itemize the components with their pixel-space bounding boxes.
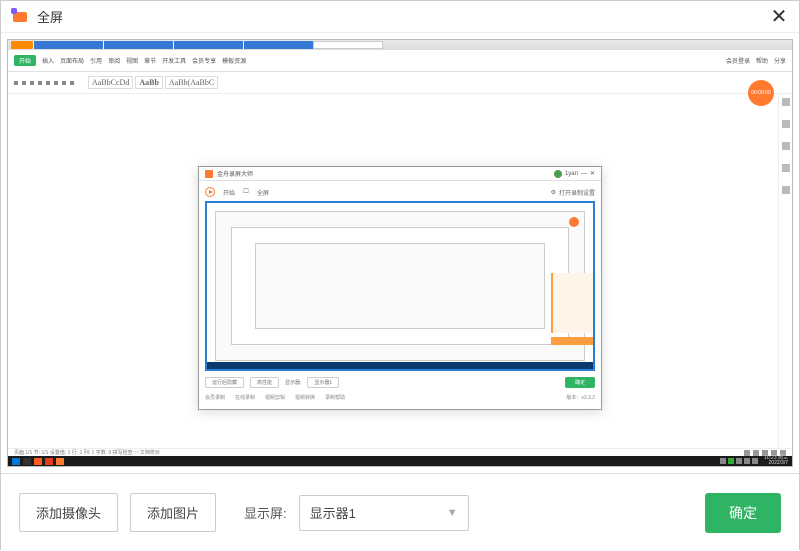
display-select[interactable]: 显示器1 ▼ — [299, 495, 469, 531]
app-icon — [11, 8, 29, 26]
display-label: 显示屏: — [244, 503, 287, 522]
search-icon[interactable] — [23, 458, 31, 465]
taskbar-app-icon[interactable] — [45, 458, 53, 465]
bottom-toolbar: 添加摄像头 添加图片 显示屏: 显示器1 ▼ 确定 — [1, 473, 799, 551]
close-icon[interactable]: ✕ — [590, 170, 595, 177]
nested-fullscreen-label: 全屏 — [257, 188, 269, 197]
start-menu-icon[interactable] — [12, 458, 20, 465]
settings-icon[interactable]: ⚙ — [551, 189, 556, 196]
ribbon-toolbar: AaBbCcDd AaBb AaBb(AaBbC — [8, 72, 792, 94]
doc-tabstrip — [8, 40, 792, 50]
nested-settings-label[interactable]: 打开录制设置 — [559, 188, 595, 197]
minimize-icon[interactable]: — — [581, 171, 587, 177]
nested-footer: 会员录制 在线录制 视频剪辑 视频转换 录制帮助 版本：v3.3.2 — [205, 394, 595, 401]
add-camera-button[interactable]: 添加摄像头 — [19, 493, 118, 532]
titlebar: 全屏 ✕ — [1, 1, 799, 33]
display-value: 显示器1 — [310, 503, 356, 522]
record-timer-badge: 00:00:00 — [748, 80, 774, 106]
confirm-button[interactable]: 确定 — [705, 493, 781, 533]
taskbar-clock: 10:23 周三 2022/3/7 — [764, 456, 788, 466]
nested-user: 1yan — [565, 171, 578, 177]
close-icon[interactable]: ✕ — [769, 4, 789, 29]
record-timer-badge — [569, 217, 579, 227]
nested-display-select[interactable]: 显示器1 — [307, 377, 339, 388]
doc-statusbar: 页面 1/1 节: 1/1 设置值: 1 行: 1 列: 1 字数: 0 拼写检… — [8, 448, 792, 456]
nested-confirm-button[interactable]: 确定 — [565, 377, 595, 388]
taskbar-app-icon[interactable] — [34, 458, 42, 465]
add-image-button[interactable]: 添加图片 — [130, 493, 216, 532]
ribbon-start[interactable]: 开始 — [14, 55, 36, 66]
nested-ctrl-2[interactable]: 高性能 — [250, 377, 279, 388]
nested-preview-frame — [205, 201, 595, 371]
chevron-down-icon: ▼ — [447, 507, 458, 519]
nested-recorder-window: 金舟录屏大师 1yan — ✕ 开始 🖵 全屏 ⚙ 打开录制设置 — [198, 166, 602, 410]
nested-start-label: 开始 — [223, 188, 235, 197]
ribbon-tabs: 开始 插入页面布局引用 审阅视图章节 开发工具会员专享模板资源 会员登录帮助分享 — [8, 50, 792, 72]
screen-preview: 开始 插入页面布局引用 审阅视图章节 开发工具会员专享模板资源 会员登录帮助分享… — [1, 33, 799, 473]
nested-title: 金舟录屏大师 — [217, 169, 253, 178]
system-tray: 10:23 周三 2022/3/7 — [720, 456, 788, 466]
nested-app-icon — [205, 170, 213, 178]
doc-side-panel — [778, 94, 792, 448]
nested-ctrl-1[interactable]: 运行后隐藏 — [205, 377, 244, 388]
window-title: 全屏 — [37, 7, 769, 26]
nested-controls: 运行后隐藏 高性能 显示器: 显示器1 确定 — [205, 377, 595, 388]
os-taskbar: 10:23 周三 2022/3/7 — [8, 456, 792, 466]
avatar-icon — [554, 170, 562, 178]
taskbar-app-icon[interactable] — [56, 458, 64, 465]
play-icon[interactable] — [205, 187, 215, 197]
nested-titlebar: 金舟录屏大师 1yan — ✕ — [199, 167, 601, 181]
monitor-icon: 🖵 — [243, 189, 249, 196]
captured-screen: 开始 插入页面布局引用 审阅视图章节 开发工具会员专享模板资源 会员登录帮助分享… — [7, 39, 793, 467]
